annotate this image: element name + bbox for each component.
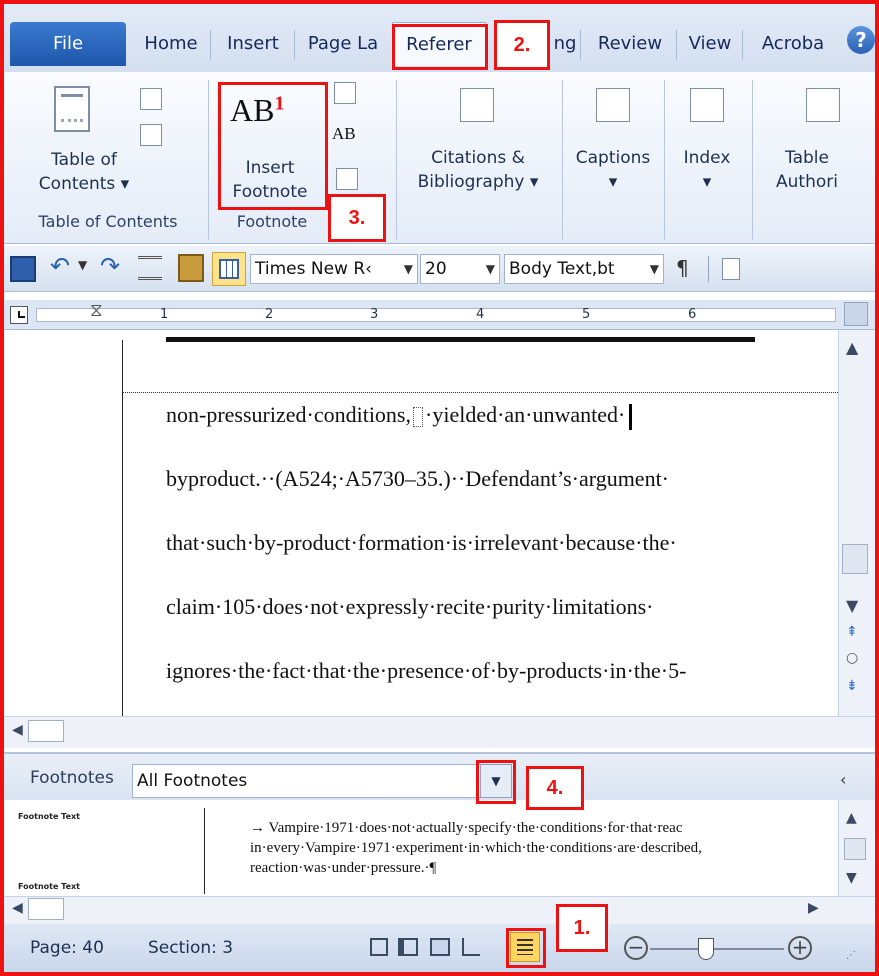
references-tab-highlight (392, 24, 488, 70)
insert-footnote-highlight (218, 82, 328, 210)
screenshot-border (0, 0, 879, 976)
callout-1: 1. (556, 904, 608, 952)
callout-2: 2. (494, 20, 550, 70)
callout-3: 3. (328, 194, 386, 242)
draft-view-highlight (506, 928, 546, 968)
callout-4: 4. (526, 766, 584, 810)
footnotes-dropdown-highlight (476, 760, 516, 804)
